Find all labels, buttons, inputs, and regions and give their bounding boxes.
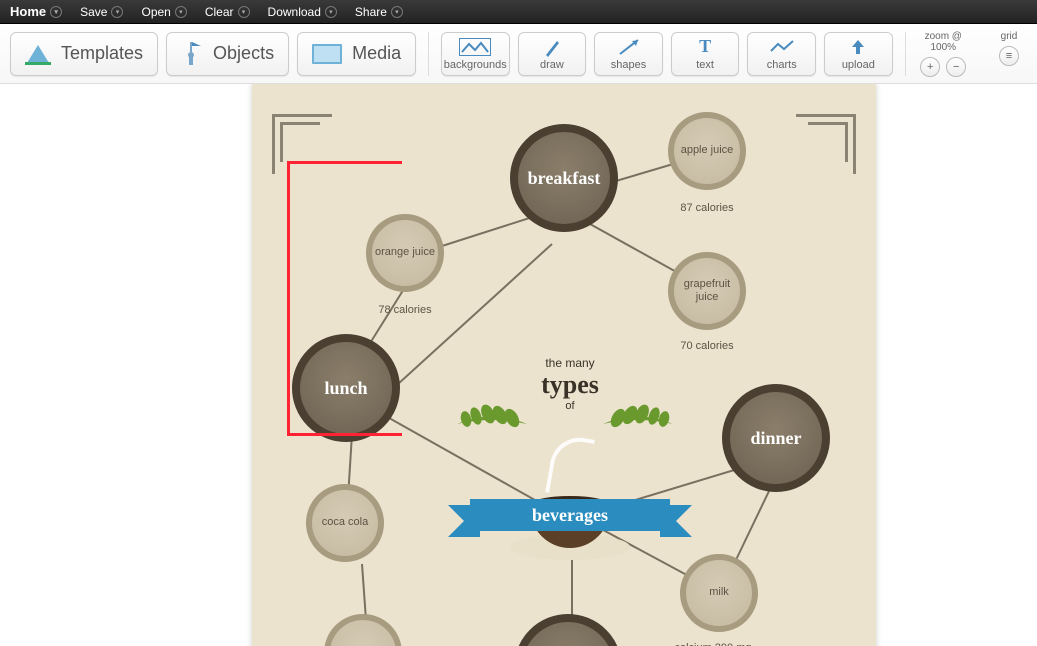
zoom-control: zoom @ 100% + − (918, 31, 969, 77)
backgrounds-button[interactable]: backgrounds (441, 32, 510, 76)
infographic-page[interactable]: breakfast lunch dinner apple juice 87 ca… (252, 84, 876, 646)
menubar: Home ▾ Save▾ Open▾ Clear▾ Download▾ Shar… (0, 0, 1037, 24)
media-button[interactable]: Media (297, 32, 416, 76)
menu-share[interactable]: Share▾ (355, 5, 403, 19)
dropdown-arrow-icon: ▾ (50, 6, 62, 18)
node-dinner[interactable]: dinner (722, 384, 830, 492)
selection-outline[interactable] (287, 161, 402, 436)
dropdown-arrow-icon: ▾ (238, 6, 250, 18)
dropdown-arrow-icon: ▾ (175, 6, 187, 18)
grid-menu-button[interactable]: ≡ (999, 46, 1019, 66)
charts-icon (769, 37, 795, 57)
caption-milk: calcium 290 mg (668, 642, 758, 646)
media-label: Media (352, 43, 401, 64)
zoom-out-button[interactable]: − (946, 57, 966, 77)
dropdown-arrow-icon: ▾ (391, 6, 403, 18)
draw-button[interactable]: draw (518, 32, 587, 76)
charts-button[interactable]: charts (747, 32, 816, 76)
node-apple-juice[interactable]: apple juice (668, 112, 746, 190)
beverages-banner[interactable]: beverages (470, 499, 670, 531)
objects-icon (181, 42, 203, 66)
dropdown-arrow-icon: ▾ (325, 6, 337, 18)
shapes-button[interactable]: shapes (594, 32, 663, 76)
grid-control: grid ≡ (999, 31, 1019, 77)
templates-button[interactable]: Templates (10, 32, 158, 76)
toolbar-separator (905, 32, 906, 76)
right-controls: zoom @ 100% + − grid ≡ (918, 31, 1027, 77)
text-icon: T (699, 37, 711, 57)
menu-home-label: Home (10, 4, 46, 19)
leaf-icon (598, 404, 678, 454)
menu-home[interactable]: Home ▾ (10, 4, 62, 19)
templates-label: Templates (61, 43, 143, 64)
templates-icon (25, 43, 51, 65)
grid-label: grid (1001, 31, 1018, 42)
backgrounds-icon (459, 37, 491, 57)
menu-open[interactable]: Open▾ (141, 5, 186, 19)
node-breakfast[interactable]: breakfast (510, 124, 618, 232)
canvas-area[interactable]: breakfast lunch dinner apple juice 87 ca… (0, 84, 1037, 646)
leaf-icon (452, 404, 532, 454)
toolbar-separator (428, 32, 429, 76)
menu-save[interactable]: Save▾ (80, 5, 123, 19)
zoom-in-button[interactable]: + (920, 57, 940, 77)
objects-button[interactable]: Objects (166, 32, 289, 76)
caption-apple-juice: 87 calories (662, 202, 752, 214)
upload-icon (848, 37, 868, 57)
draw-icon (543, 37, 561, 57)
shapes-icon (618, 37, 640, 57)
node-grapefruit-juice[interactable]: grapefruit juice (668, 252, 746, 330)
dropdown-arrow-icon: ▾ (111, 6, 123, 18)
objects-label: Objects (213, 43, 274, 64)
upload-button[interactable]: upload (824, 32, 893, 76)
text-button[interactable]: T text (671, 32, 740, 76)
media-icon (312, 44, 342, 64)
node-milk[interactable]: milk (680, 554, 758, 632)
menu-clear[interactable]: Clear▾ (205, 5, 250, 19)
caption-grapefruit-juice: 70 calories (662, 340, 752, 352)
toolbar: Templates Objects Media backgrounds draw… (0, 24, 1037, 84)
zoom-label: zoom @ 100% (918, 31, 969, 53)
menu-download[interactable]: Download▾ (268, 5, 337, 19)
node-coca-cola[interactable]: coca cola (306, 484, 384, 562)
